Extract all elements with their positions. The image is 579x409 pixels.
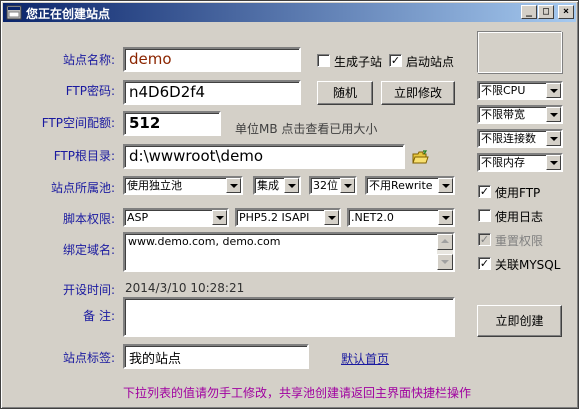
- chevron-down-icon[interactable]: [226, 178, 241, 193]
- mem-limit-value: 不限内存: [481, 156, 525, 169]
- chevron-down-icon[interactable]: [324, 210, 339, 225]
- script-lang-value: ASP: [127, 211, 149, 224]
- ftp-root-input[interactable]: d:\wwwroot\demo: [123, 144, 405, 169]
- create-site-window: 您正在创建站点 _ □ × 站点名称: demo 生成子站 ✓ 启动站点 FTP…: [0, 0, 579, 409]
- reset-perm-box: ✓: [478, 233, 491, 246]
- use-log-label: 使用日志: [495, 210, 544, 224]
- site-pool-label: 站点所属池:: [50, 181, 115, 195]
- mem-limit-select[interactable]: 不限内存: [477, 153, 563, 172]
- site-name-label: 站点名称:: [62, 53, 115, 67]
- default-page-link[interactable]: 默认首页: [341, 350, 389, 367]
- bandwidth-limit-select[interactable]: 不限带宽: [477, 105, 563, 124]
- chevron-down-icon[interactable]: [438, 178, 453, 193]
- close-button[interactable]: ×: [558, 5, 574, 19]
- ftp-root-label: FTP根目录:: [53, 149, 115, 163]
- remark-textarea[interactable]: [123, 297, 455, 337]
- ftp-password-input[interactable]: n4D6D2f4: [123, 80, 301, 105]
- minimize-button[interactable]: _: [521, 5, 537, 19]
- conn-limit-select[interactable]: 不限连接数: [477, 129, 563, 148]
- chevron-down-icon[interactable]: [438, 210, 453, 225]
- chevron-down-icon[interactable]: [546, 131, 561, 146]
- use-log-box[interactable]: [478, 209, 491, 222]
- chevron-down-icon[interactable]: [546, 83, 561, 98]
- title-bar[interactable]: 您正在创建站点 _ □ ×: [3, 3, 576, 22]
- scroll-down-icon[interactable]: [437, 254, 453, 270]
- use-ftp-box[interactable]: ✓: [478, 185, 491, 198]
- php-version-value: PHP5.2 ISAPI: [239, 211, 310, 224]
- chevron-down-icon[interactable]: [546, 155, 561, 170]
- browse-folder-icon[interactable]: [412, 150, 429, 165]
- modify-now-button[interactable]: 立即修改: [381, 81, 455, 105]
- pool-select[interactable]: 使用独立池: [123, 176, 243, 195]
- rewrite-select[interactable]: 不用Rewrite: [365, 176, 455, 195]
- create-now-button[interactable]: 立即创建: [477, 305, 562, 337]
- pool-value: 使用独立池: [127, 179, 182, 192]
- ftp-quota-hint[interactable]: 单位MB 点击查看已用大小: [235, 120, 377, 137]
- reset-perm-label: 重置权限: [495, 234, 544, 248]
- domain-textarea[interactable]: www.demo.com, demo.com: [123, 232, 455, 272]
- app-icon: [6, 5, 22, 20]
- hint-text: 下拉列表的值请勿手工修改，共享池创建请返回主界面快捷栏操作: [123, 386, 472, 400]
- dotnet-version-select[interactable]: .NET2.0: [347, 208, 455, 227]
- maximize-button[interactable]: □: [538, 5, 554, 19]
- rewrite-value: 不用Rewrite: [369, 179, 433, 192]
- script-lang-select[interactable]: ASP: [123, 208, 229, 227]
- start-site-label: 启动站点: [406, 55, 455, 69]
- site-tag-input[interactable]: 我的站点: [123, 344, 309, 369]
- open-time-label: 开设时间:: [62, 283, 115, 297]
- site-tag-label: 站点标签:: [62, 351, 115, 365]
- dotnet-version-value: .NET2.0: [351, 211, 394, 224]
- chevron-down-icon[interactable]: [284, 178, 299, 193]
- window-title: 您正在创建站点: [26, 7, 111, 21]
- preview-panel: [477, 31, 562, 73]
- ftp-quota-label: FTP空间配额:: [41, 116, 115, 130]
- link-mysql-label: 关联MYSQL: [495, 258, 561, 272]
- conn-limit-value: 不限连接数: [481, 132, 536, 145]
- start-site-box[interactable]: ✓: [389, 54, 402, 67]
- php-version-select[interactable]: PHP5.2 ISAPI: [235, 208, 341, 227]
- pool-mode-select[interactable]: 集成: [253, 176, 301, 195]
- bind-domain-label: 绑定域名:: [62, 243, 115, 257]
- bitness-select[interactable]: 32位: [309, 176, 357, 195]
- site-name-input[interactable]: demo: [123, 47, 301, 72]
- use-ftp-label: 使用FTP: [495, 186, 541, 200]
- chevron-down-icon[interactable]: [340, 178, 355, 193]
- script-perm-label: 脚本权限:: [62, 212, 115, 226]
- bandwidth-limit-value: 不限带宽: [481, 108, 525, 121]
- random-button[interactable]: 随机: [317, 81, 373, 105]
- scroll-up-icon[interactable]: [437, 234, 453, 250]
- domain-scrollbar[interactable]: [437, 234, 453, 270]
- ftp-password-label: FTP密码:: [65, 84, 115, 98]
- bitness-value: 32位: [313, 179, 338, 192]
- gen-subsite-box[interactable]: [317, 54, 330, 67]
- link-mysql-box[interactable]: ✓: [478, 257, 491, 270]
- gen-subsite-label: 生成子站: [334, 55, 383, 69]
- cpu-limit-value: 不限CPU: [481, 84, 526, 97]
- open-time-value: 2014/3/10 10:28:21: [125, 281, 245, 295]
- ftp-quota-input[interactable]: 512: [123, 111, 221, 136]
- chevron-down-icon[interactable]: [212, 210, 227, 225]
- cpu-limit-select[interactable]: 不限CPU: [477, 81, 563, 100]
- remark-label: 备 注:: [83, 309, 115, 323]
- chevron-down-icon[interactable]: [546, 107, 561, 122]
- domain-text: www.demo.com, demo.com: [128, 235, 281, 248]
- pool-mode-value: 集成: [257, 179, 279, 192]
